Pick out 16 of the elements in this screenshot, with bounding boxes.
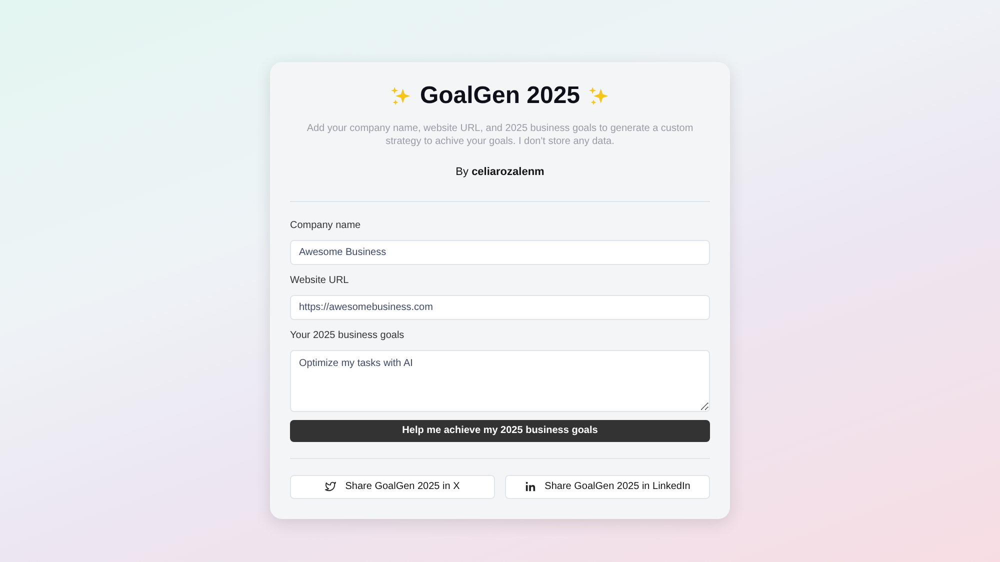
input-field[interactable]: Awesome Business — [290, 240, 710, 264]
sparkles-icon — [390, 85, 412, 107]
bird-icon — [325, 481, 336, 492]
goals-text-area[interactable]: Optimize my tasks with AI — [290, 350, 710, 412]
author-byline: By celiarozalenm — [454, 165, 546, 180]
app-title: GoalGen 2025 — [420, 81, 580, 111]
description-text: Add your company name, website URL, and 2025 business goals to generate a custom strategy to achive your goals. I don't store any data. — [306, 122, 694, 148]
linkedin-icon — [524, 481, 536, 492]
submit-button[interactable]: Help me achieve my 2025 business goals — [290, 420, 710, 442]
share-button[interactable]: Share GoalGen 2025 in X — [290, 474, 495, 498]
share-button[interactable]: Share GoalGen 2025 in LinkedIn — [505, 474, 710, 498]
field-label: Website URL — [290, 274, 350, 288]
field-label: Company name — [290, 218, 362, 232]
field-label: Your 2025 business goals — [290, 328, 406, 342]
input-field[interactable]: https://awesomebusiness.com — [290, 294, 710, 320]
sparkles-icon — [588, 85, 610, 107]
